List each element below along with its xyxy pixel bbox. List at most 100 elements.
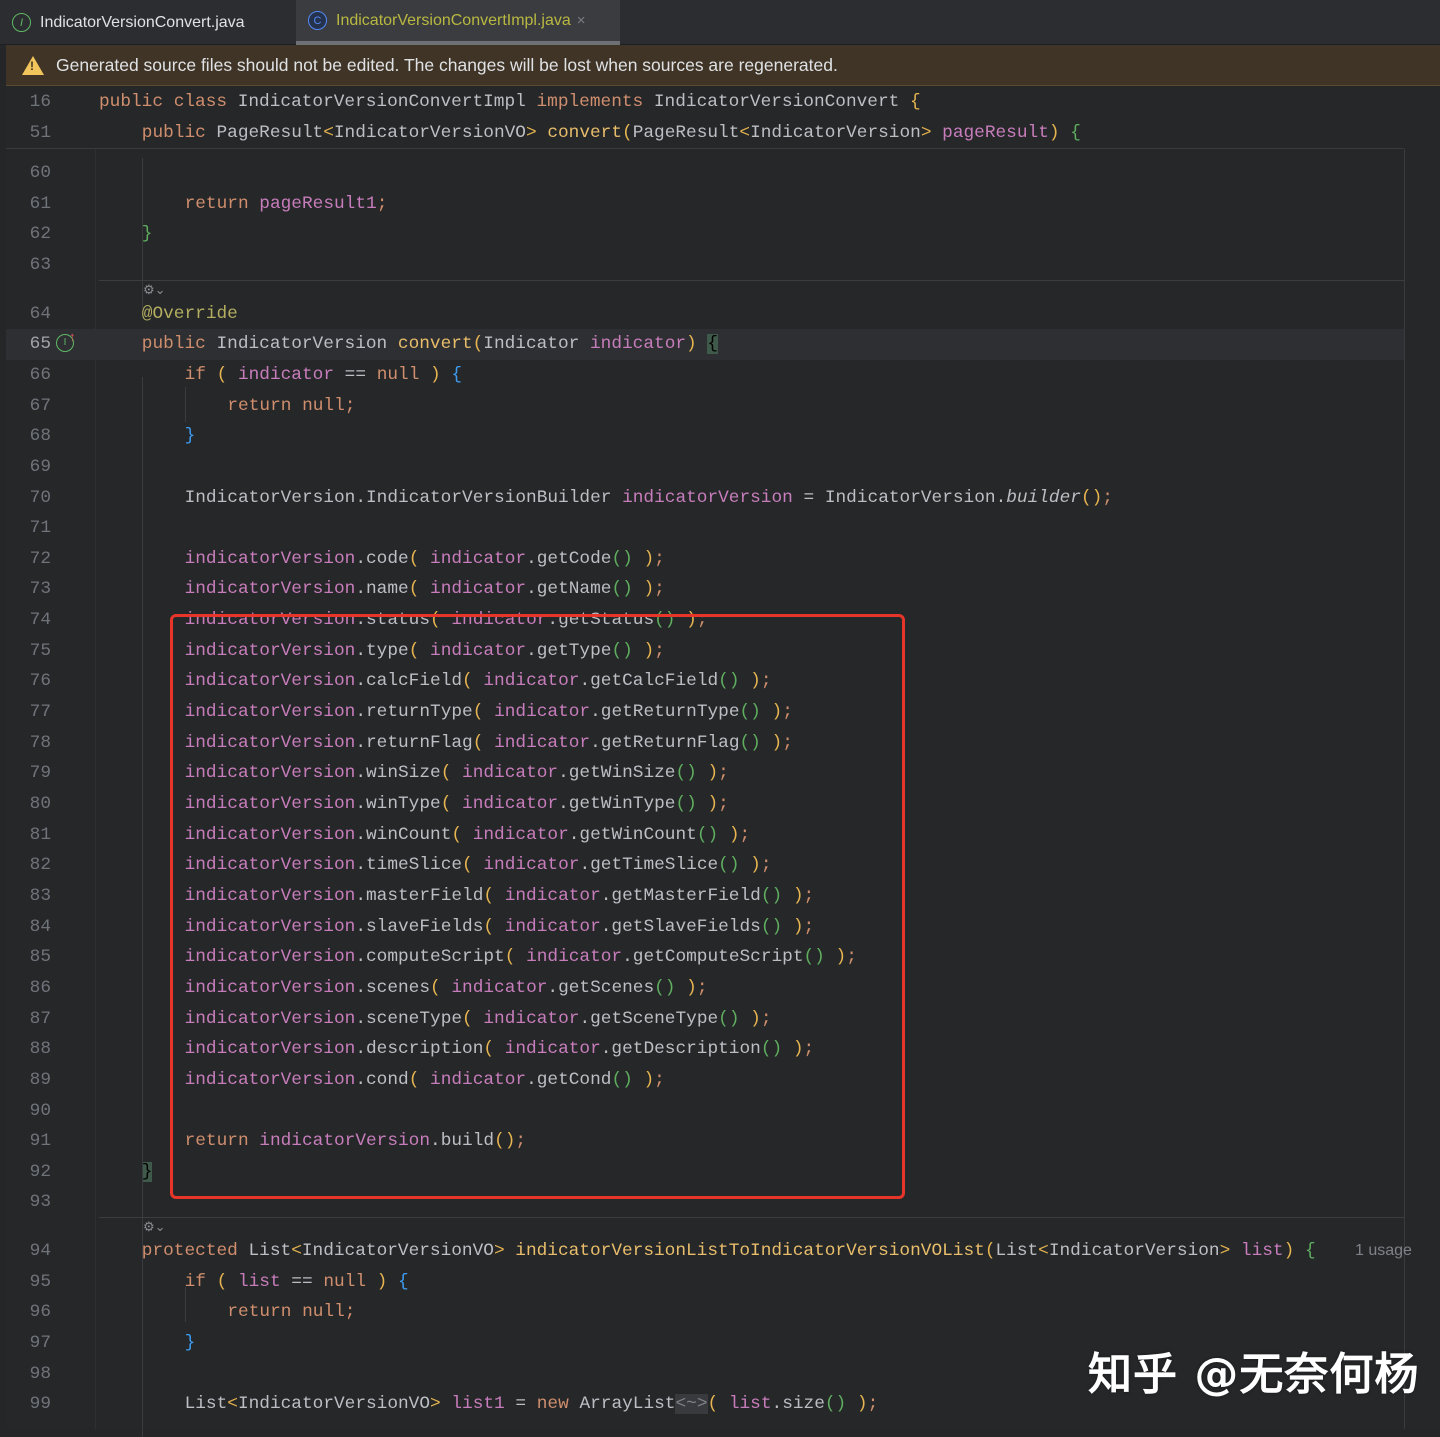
code-token: () (611, 579, 633, 600)
code-token: ) (846, 1394, 868, 1415)
code-token: Indicator (483, 334, 590, 355)
line-number: 77 (29, 702, 51, 723)
line-number: 65 (29, 334, 51, 355)
code-line[interactable]: 66 if ( indicator == null ) { (6, 360, 1404, 391)
code-token: ArrayList (579, 1394, 676, 1415)
code-token: protected (141, 1241, 249, 1262)
code-line[interactable]: 70 IndicatorVersion.IndicatorVersionBuild… (6, 483, 1404, 514)
line-number: 96 (29, 1302, 51, 1323)
code-token: == (280, 1271, 324, 1292)
code-token: pageResult (942, 122, 1049, 143)
code-token: } (141, 1161, 153, 1182)
code-line[interactable]: 16 public class IndicatorVersionConvertIm… (6, 87, 1404, 118)
code-editor[interactable]: 16 public class IndicatorVersionConvertIm… (6, 87, 1440, 1437)
code-token: indicatorVersion (184, 548, 356, 569)
code-token: ( (984, 1241, 996, 1262)
indent-guide (185, 1287, 186, 1322)
code-token: @Override (141, 303, 238, 324)
code-line[interactable]: 67 return null; (6, 391, 1404, 422)
code-token: ) (366, 1271, 388, 1292)
line-number: 91 (29, 1131, 51, 1152)
mapstruct-icon[interactable]: ⚙⌄ (143, 282, 166, 298)
code-token: public (141, 334, 217, 355)
code-token: if (184, 364, 217, 385)
code-token: return null; (227, 1302, 356, 1323)
line-number: 73 (29, 579, 51, 600)
warning-icon: ! (22, 55, 44, 75)
line-number: 87 (29, 1008, 51, 1029)
line-number: 68 (29, 426, 51, 447)
code-token: () (611, 548, 633, 569)
mapstruct-icon[interactable]: ⚙⌄ (143, 1219, 166, 1235)
code-token: return (184, 193, 260, 214)
code-token: List (995, 1241, 1039, 1262)
line-number: 86 (29, 977, 51, 998)
code-line[interactable]: 71 (6, 513, 1404, 544)
code-line[interactable]: 63 (6, 250, 1404, 281)
code-token: ; (376, 193, 388, 214)
code-token: list (237, 1271, 281, 1292)
code-token: indicatorVersionListToIndicatorVersionVO… (515, 1241, 985, 1262)
close-tab-icon[interactable]: × (577, 12, 586, 29)
line-number: 98 (29, 1363, 51, 1384)
code-line[interactable]: 94 protected List<IndicatorVersionVO> ind… (6, 1236, 1412, 1267)
code-token: if (184, 1271, 217, 1292)
code-token: < (1038, 1241, 1049, 1262)
code-token: < (227, 1394, 238, 1415)
code-token: PageResult (216, 122, 324, 143)
code-token: indicator (237, 364, 334, 385)
code-line[interactable]: 72 indicatorVersion.code( indicator.getCo… (6, 544, 1404, 575)
code-token: } (184, 1333, 196, 1354)
code-token: builder (1006, 487, 1081, 508)
code-token: convert (397, 334, 473, 355)
code-token: > (920, 122, 943, 143)
go-to-super-arrow-icon[interactable]: ↑ (69, 322, 76, 353)
code-line[interactable]: 68} (6, 421, 1404, 452)
code-line[interactable]: 62} (6, 219, 1404, 250)
tab-indicator-version-convert[interactable]: I IndicatorVersionConvert.java (0, 0, 292, 45)
code-line[interactable]: 95 if ( list == null ) { (6, 1267, 1404, 1298)
code-token: IndicatorVersionConvertImpl (237, 92, 537, 112)
code-token: < (323, 122, 334, 143)
line-number: 99 (29, 1394, 51, 1415)
line-number: 62 (29, 224, 51, 245)
indent-guide (185, 387, 186, 422)
line-number: 69 (29, 456, 51, 477)
code-token: } (184, 426, 196, 447)
line-number: 78 (29, 732, 51, 753)
code-line[interactable]: 51 public PageResult<IndicatorVersionVO> … (6, 118, 1404, 149)
code-token: pageResult1 (259, 193, 377, 214)
code-token: = IndicatorVersion. (792, 487, 1007, 508)
line-number: 82 (29, 855, 51, 876)
code-line[interactable]: 61 return pageResult1; (6, 189, 1404, 220)
code-token: ( (472, 334, 484, 355)
code-token: { (1304, 1241, 1316, 1262)
line-number: 51 (29, 122, 51, 143)
code-token: { (1070, 122, 1081, 143)
code-line[interactable]: 64 @Override (6, 299, 1404, 330)
code-token: public (141, 122, 217, 143)
sticky-scroll-header[interactable]: 16 public class IndicatorVersionConvertIm… (6, 87, 1404, 149)
code-token: ) (632, 548, 655, 569)
indent-guide (142, 377, 143, 1237)
interface-icon: I (12, 13, 31, 32)
usages-hint[interactable]: 1 usage (1355, 1236, 1412, 1267)
code-token: ( (622, 122, 633, 143)
code-token: .code (355, 548, 409, 569)
code-line[interactable]: 73 indicatorVersion.name( indicator.getNa… (6, 574, 1404, 605)
indent-guide (142, 1237, 143, 1437)
line-number: 90 (29, 1100, 51, 1121)
line-number: 79 (29, 763, 51, 784)
code-token: ; (654, 548, 665, 569)
code-token: } (141, 224, 153, 245)
code-line[interactable]: 60 (6, 158, 1404, 189)
code-token: indicator (430, 579, 527, 600)
code-line[interactable]: 96 return null; (6, 1297, 1404, 1328)
code-line[interactable]: 69 (6, 452, 1404, 483)
tab-indicator-version-convert-impl[interactable]: C IndicatorVersionConvertImpl.java × (296, 0, 620, 45)
code-token: list1 (451, 1394, 505, 1415)
code-token: ; (654, 579, 665, 600)
code-token: > (1219, 1241, 1241, 1262)
code-line[interactable]: 65 I ↑ public IndicatorVersion convert(Indi… (6, 329, 1404, 360)
